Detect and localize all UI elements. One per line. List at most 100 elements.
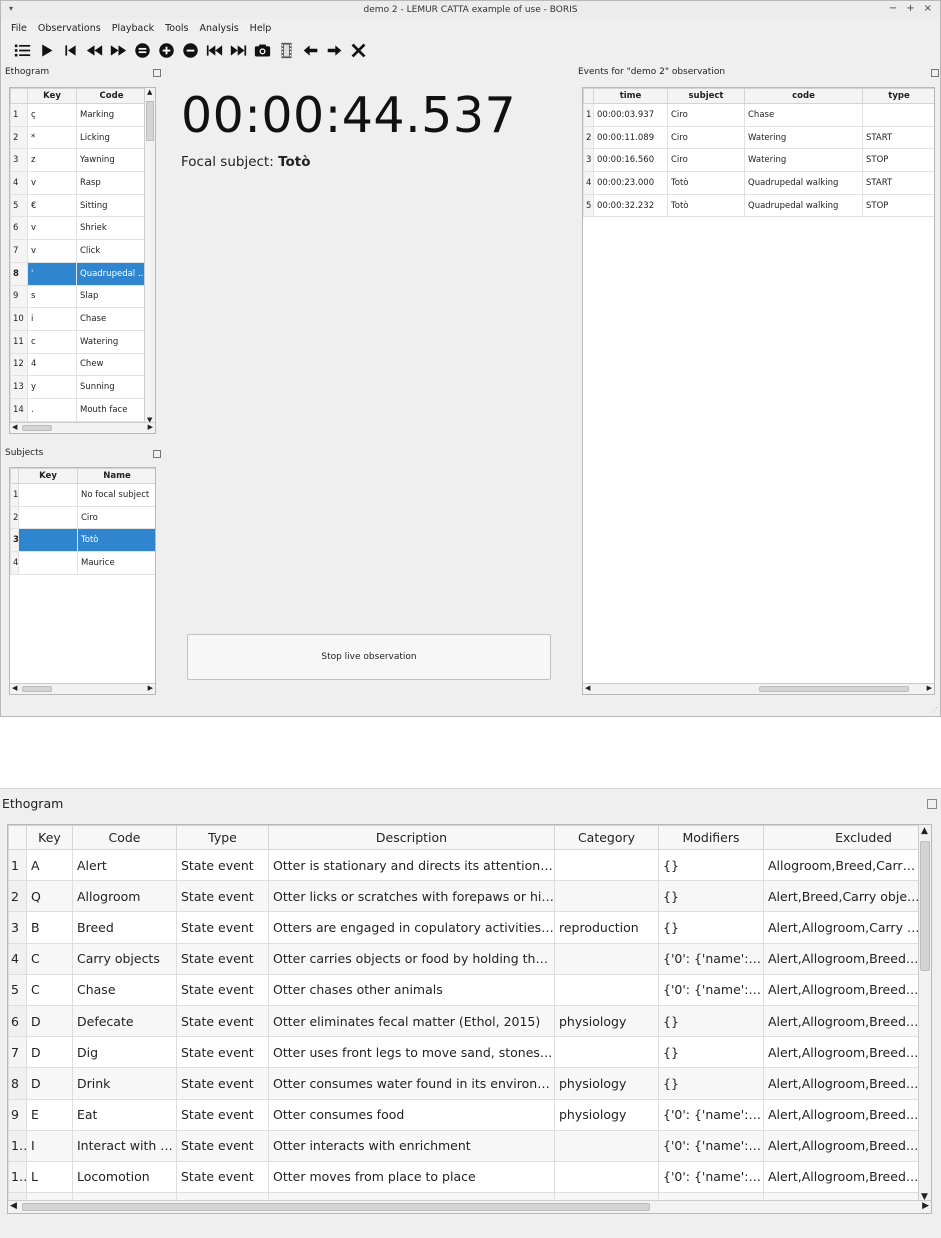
zoom-out-icon[interactable]: [181, 41, 199, 59]
cell-type[interactable]: STOP: [862, 148, 934, 173]
table-row[interactable]: 10 i Chase: [10, 307, 147, 331]
table-row[interactable]: 4 C Carry objects State event Otter carries …: [8, 942, 921, 975]
table-row[interactable]: 5 00:00:32.232 Totò Quadrupedal walking STOP: [583, 193, 934, 218]
table-row[interactable]: 9 s Slap: [10, 284, 147, 309]
cell-type[interactable]: START: [862, 125, 934, 150]
cell-key[interactable]: v: [27, 171, 77, 195]
cell-code[interactable]: Chew: [76, 352, 147, 377]
cell-category[interactable]: physiology: [554, 1067, 659, 1100]
column-header-subject[interactable]: subject: [667, 88, 745, 104]
table-row[interactable]: 11 c Watering: [10, 329, 147, 354]
cell-key[interactable]: y: [27, 375, 77, 399]
cell-modifiers[interactable]: {}: [658, 848, 764, 882]
table-row[interactable]: 3 00:00:16.560 Ciro Watering STOP: [583, 148, 934, 173]
cell-modifiers[interactable]: {'0': {'name': '', ...: [658, 973, 764, 1006]
cell-code[interactable]: Sunning: [76, 375, 147, 399]
cell-code[interactable]: Licking: [76, 125, 147, 150]
cell-code[interactable]: Breed: [72, 911, 177, 944]
scroll-thumb[interactable]: [22, 1203, 650, 1211]
cell-code[interactable]: Marking: [76, 103, 147, 127]
cell-code[interactable]: Dig: [72, 1036, 177, 1069]
window-menu-icon[interactable]: ▾: [9, 4, 13, 13]
cell-key[interactable]: c: [27, 329, 77, 354]
cell-key[interactable]: s: [27, 284, 77, 309]
table-row[interactable]: 3 B Breed State event Otters are engaged in …: [8, 911, 921, 944]
column-header-key[interactable]: Key: [27, 88, 77, 104]
column-header-category[interactable]: Category: [554, 825, 659, 850]
cell-description[interactable]: Otter uses front legs to move sand, ston…: [268, 1036, 555, 1069]
cell-excluded[interactable]: Alert,Allogroom,Breed,Ca: [763, 1098, 921, 1131]
cell-type[interactable]: State event: [176, 942, 269, 975]
scroll-right-icon[interactable]: ▶: [148, 684, 153, 692]
cell-modifiers[interactable]: {}: [658, 911, 764, 944]
cell-type[interactable]: State event: [176, 880, 269, 913]
cell-time[interactable]: 00:00:32.232: [593, 193, 668, 218]
table-row[interactable]: 2 * Licking: [10, 125, 147, 150]
cell-category[interactable]: [554, 848, 659, 882]
table-row[interactable]: 5 € Sitting: [10, 193, 147, 218]
events-horizontal-scrollbar[interactable]: ◀ ▶: [583, 683, 934, 694]
cell-key[interactable]: B: [26, 911, 73, 944]
column-header-name[interactable]: Name: [77, 468, 155, 484]
cell-excluded[interactable]: Alert,Allogroom,Breed,Ch: [763, 942, 921, 975]
table-row[interactable]: 13 y Sunning: [10, 375, 147, 399]
cell-key[interactable]: D: [26, 1004, 73, 1038]
cell-category[interactable]: [554, 942, 659, 975]
cell-type[interactable]: State event: [176, 1098, 269, 1131]
cell-code[interactable]: Chase: [76, 307, 147, 331]
arrow-left-icon[interactable]: [301, 41, 319, 59]
subjects-float-icon[interactable]: [153, 450, 161, 458]
cell-key[interactable]: D: [26, 1067, 73, 1100]
cell-code[interactable]: Interact with e...: [72, 1129, 177, 1162]
resize-grip[interactable]: ⋰: [931, 706, 938, 714]
table-row[interactable]: 1 ç Marking: [10, 103, 147, 127]
table-row[interactable]: 2 Q Allogroom State event Otter licks or scr…: [8, 880, 921, 913]
cell-key[interactable]: *: [27, 125, 77, 150]
column-header-excluded[interactable]: Excluded: [763, 825, 921, 850]
ethogram-full-horizontal-scrollbar[interactable]: ◀ ▶: [8, 1200, 931, 1213]
menu-help[interactable]: Help: [250, 23, 272, 34]
column-header-code[interactable]: code: [744, 88, 863, 104]
cell-code[interactable]: Click: [76, 239, 147, 263]
cell-type[interactable]: State event: [176, 1067, 269, 1100]
cell-key[interactable]: [18, 528, 78, 553]
film-icon[interactable]: [277, 41, 295, 59]
subjects-horizontal-scrollbar[interactable]: ◀ ▶: [10, 683, 155, 694]
menu-analysis[interactable]: Analysis: [200, 23, 239, 34]
table-row[interactable]: 4 00:00:23.000 Totò Quadrupedal walking STAR…: [583, 171, 934, 195]
maximize-button[interactable]: +: [906, 3, 914, 14]
cell-excluded[interactable]: Alert,Allogroom,Carry obj: [763, 911, 921, 944]
cell-key[interactable]: .: [27, 397, 77, 422]
cell-description[interactable]: Otter consumes food: [268, 1098, 555, 1131]
jump-forward-icon[interactable]: [229, 41, 247, 59]
cell-modifiers[interactable]: {}: [658, 1004, 764, 1038]
table-row[interactable]: 3 Totò: [10, 528, 155, 553]
cell-key[interactable]: D: [26, 1036, 73, 1069]
cell-name[interactable]: Maurice: [77, 551, 155, 575]
scroll-left-icon[interactable]: ◀: [585, 684, 590, 692]
cell-description[interactable]: Otter is stationary and directs its atte…: [268, 848, 555, 882]
ethogram-float-icon[interactable]: [153, 69, 161, 77]
cell-type[interactable]: State event: [176, 1004, 269, 1038]
cell-time[interactable]: 00:00:03.937: [593, 103, 668, 127]
cell-category[interactable]: physiology: [554, 1098, 659, 1131]
table-row[interactable]: 14. Mouth face: [10, 397, 147, 422]
column-header-key[interactable]: Key: [26, 825, 73, 850]
cell-subject[interactable]: Ciro: [667, 125, 745, 150]
scroll-up-icon[interactable]: ▲: [921, 826, 928, 836]
skip-start-icon[interactable]: [61, 41, 79, 59]
cell-excluded[interactable]: Alert,Allogroom,Breed,Ca: [763, 1004, 921, 1038]
cell-type[interactable]: State event: [176, 973, 269, 1006]
cell-key[interactable]: L: [26, 1160, 73, 1194]
scroll-up-icon[interactable]: ▲: [147, 88, 152, 96]
ethogram-panel-float-icon[interactable]: [927, 799, 937, 809]
cell-key[interactable]: C: [26, 973, 73, 1006]
table-row[interactable]: 4 Maurice: [10, 551, 155, 575]
table-row[interactable]: 2 00:00:11.089 Ciro Watering START: [583, 125, 934, 150]
table-row[interactable]: 8 D Drink State event Otter consumes water f…: [8, 1067, 921, 1100]
cell-category[interactable]: [554, 880, 659, 913]
column-header-type[interactable]: Type: [176, 825, 269, 850]
cell-code[interactable]: Chase: [72, 973, 177, 1006]
cell-type[interactable]: State event: [176, 1129, 269, 1162]
cell-type[interactable]: STOP: [862, 193, 934, 218]
